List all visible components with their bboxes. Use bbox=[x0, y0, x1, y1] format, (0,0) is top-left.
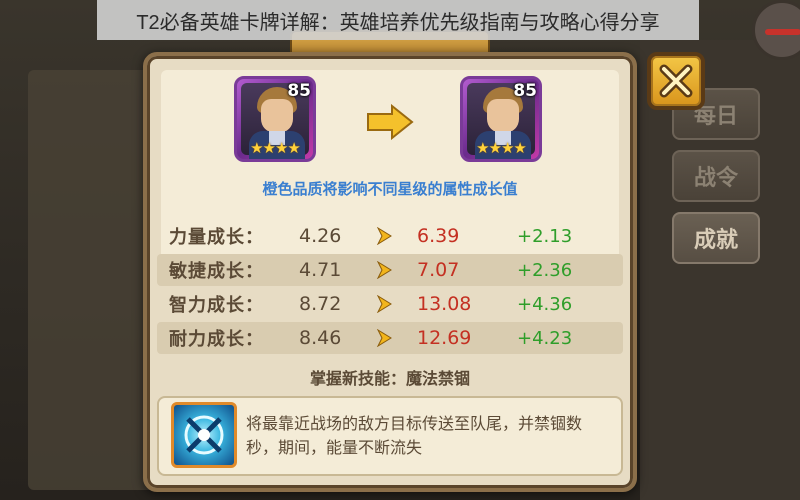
stat-label: 敏捷成长： bbox=[169, 261, 264, 282]
stat-old-value: 4.26 bbox=[299, 225, 342, 247]
hero-card-after[interactable]: 85 ★★★★ bbox=[460, 76, 542, 162]
hero-portrait bbox=[261, 99, 293, 133]
hero-level-before: 85 bbox=[287, 81, 311, 101]
hero-level-after: 85 bbox=[513, 81, 537, 101]
stat-label: 耐力成长： bbox=[169, 329, 264, 350]
stat-new-value: 12.69 bbox=[417, 327, 472, 349]
skill-description: 将最靠近战场的敌方目标传送至队尾，并禁锢数秒，期间，能量不断流失 bbox=[246, 414, 583, 457]
stat-label: 智力成长： bbox=[169, 295, 264, 316]
stat-row-agility: 敏捷成长： 4.71 7.07 +2.36 bbox=[157, 254, 623, 286]
stat-new-value: 6.39 bbox=[417, 225, 460, 247]
background-panel bbox=[28, 70, 158, 490]
tab-battle-pass[interactable]: 战令 bbox=[672, 150, 760, 202]
stat-new-value: 13.08 bbox=[417, 293, 472, 315]
stat-old-value: 8.72 bbox=[299, 293, 342, 315]
hero-card-before[interactable]: 85 ★★★★ bbox=[234, 76, 316, 162]
hero-portrait bbox=[487, 99, 519, 133]
stat-diff-value: +2.13 bbox=[517, 225, 573, 247]
page-title-banner: T2必备英雄卡牌详解：英雄培养优先级指南与攻略心得分享 bbox=[97, 0, 699, 40]
header-prefix bbox=[0, 0, 97, 40]
page-title: T2必备英雄卡牌详解：英雄培养优先级指南与攻略心得分享 bbox=[136, 11, 660, 34]
quality-note: 橙色品质将影响不同星级的属性成长值 bbox=[262, 180, 518, 198]
stat-row-intelligence: 智力成长： 8.72 13.08 +4.36 bbox=[157, 288, 623, 320]
stat-row-strength: 力量成长： 4.26 6.39 +2.13 bbox=[157, 220, 623, 252]
new-skill-title: 掌握新技能：魔法禁锢 bbox=[309, 369, 470, 388]
close-button[interactable] bbox=[647, 52, 705, 110]
small-arrow-right-icon bbox=[376, 261, 392, 279]
stat-old-value: 4.71 bbox=[299, 259, 342, 281]
stat-label: 力量成长： bbox=[169, 227, 264, 248]
stat-new-value: 7.07 bbox=[417, 259, 460, 281]
close-x-icon bbox=[659, 64, 693, 98]
magic-imprison-skill-icon[interactable] bbox=[171, 402, 237, 468]
tab-achievements[interactable]: 成就 bbox=[672, 212, 760, 264]
small-arrow-right-icon bbox=[376, 295, 392, 313]
small-arrow-right-icon bbox=[376, 329, 392, 347]
hero-stars-after: ★★★★ bbox=[476, 139, 527, 157]
skill-glyph-icon bbox=[184, 415, 224, 455]
small-arrow-right-icon bbox=[376, 227, 392, 245]
stat-diff-value: +4.23 bbox=[517, 327, 573, 349]
stat-row-stamina: 耐力成长： 8.46 12.69 +4.23 bbox=[157, 322, 623, 354]
arrow-right-icon bbox=[367, 104, 414, 140]
hero-stars-before: ★★★★ bbox=[250, 139, 301, 157]
stat-diff-value: +4.36 bbox=[517, 293, 573, 315]
stat-old-value: 8.46 bbox=[299, 327, 342, 349]
stat-diff-value: +2.36 bbox=[517, 259, 573, 281]
